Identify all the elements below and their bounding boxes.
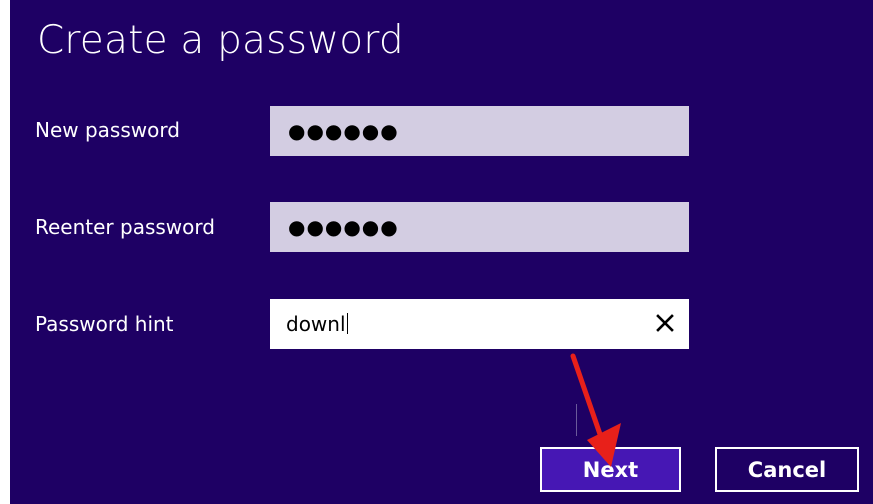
password-hint-label: Password hint: [35, 312, 174, 336]
next-button-label: Next: [582, 457, 639, 482]
reenter-password-masked-value: ●●●●●●: [288, 215, 399, 239]
cancel-button-label: Cancel: [747, 457, 827, 482]
create-password-dialog: Create a password New password ●●●●●● Re…: [10, 0, 873, 504]
next-button[interactable]: Next: [540, 447, 681, 492]
new-password-label: New password: [35, 118, 180, 142]
divider-line: [576, 404, 577, 436]
cancel-button[interactable]: Cancel: [715, 447, 859, 492]
new-password-masked-value: ●●●●●●: [288, 119, 399, 143]
dialog-title: Create a password: [37, 18, 404, 63]
reenter-password-label: Reenter password: [35, 215, 215, 239]
close-icon[interactable]: [651, 309, 679, 337]
new-password-field[interactable]: ●●●●●●: [270, 106, 689, 156]
password-hint-field[interactable]: downl: [270, 299, 689, 349]
text-caret: [346, 313, 348, 334]
reenter-password-field[interactable]: ●●●●●●: [270, 202, 689, 252]
password-hint-value: downl: [286, 312, 348, 336]
